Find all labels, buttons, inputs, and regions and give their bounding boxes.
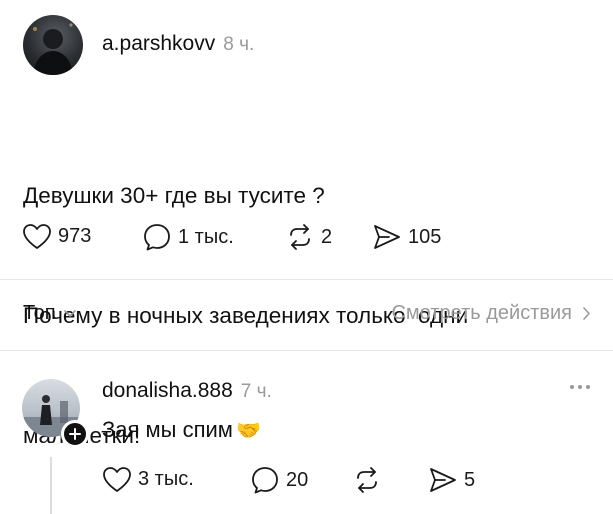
handshake-emoji: 🤝 bbox=[235, 419, 261, 442]
comment-bubble-icon bbox=[252, 467, 278, 494]
author-avatar[interactable] bbox=[23, 15, 83, 75]
post-like-button[interactable]: 973 bbox=[22, 223, 91, 250]
post-timestamp: 8 ч. bbox=[223, 34, 255, 55]
reply-text-content: Зая мы спим bbox=[102, 417, 233, 442]
reply-comment-button[interactable]: 20 bbox=[250, 465, 308, 495]
post-header: a.parshkovv 8 ч. bbox=[102, 32, 254, 56]
post-like-count: 973 bbox=[58, 225, 92, 247]
divider bbox=[0, 279, 613, 280]
post-share-button[interactable]: 105 bbox=[372, 223, 441, 251]
repost-icon bbox=[357, 467, 377, 493]
reply-header: donalisha.888 7 ч. bbox=[102, 379, 272, 403]
sort-label: Топ bbox=[23, 302, 56, 324]
send-icon bbox=[430, 468, 456, 492]
follow-button[interactable] bbox=[61, 420, 89, 448]
reply-share-button[interactable]: 5 bbox=[428, 466, 475, 494]
reply-comment-count: 20 bbox=[286, 468, 309, 491]
divider bbox=[0, 350, 613, 351]
post-text-line: Девушки 30+ где вы тусите ? bbox=[23, 183, 325, 208]
reply-share-count: 5 bbox=[464, 468, 476, 491]
reply-like-button[interactable]: 3 тыс. bbox=[102, 466, 194, 493]
post-share-count: 105 bbox=[408, 225, 442, 248]
plus-icon bbox=[69, 428, 81, 440]
reply-repost-button[interactable] bbox=[352, 466, 382, 494]
send-icon bbox=[374, 225, 400, 249]
post-author-name[interactable]: a.parshkovv bbox=[102, 32, 215, 56]
heart-icon bbox=[23, 224, 51, 249]
reply-text: Зая мы спим 🤝 bbox=[102, 417, 261, 443]
person-silhouette-icon bbox=[33, 23, 73, 75]
post-repost-count: 2 bbox=[321, 225, 333, 248]
more-dots-icon bbox=[570, 385, 590, 389]
chevron-down-icon bbox=[63, 309, 76, 317]
view-activity-link[interactable]: Смотреть действия bbox=[391, 302, 591, 325]
reply-like-count: 3 тыс. bbox=[138, 468, 194, 490]
view-activity-label: Смотреть действия bbox=[391, 302, 572, 324]
sort-dropdown[interactable]: Топ bbox=[23, 302, 77, 325]
reply-more-button[interactable] bbox=[569, 380, 591, 394]
reply-thread-line bbox=[50, 457, 52, 514]
comment-bubble-icon bbox=[144, 224, 170, 251]
chevron-right-icon bbox=[583, 307, 590, 320]
post-comment-count: 1 тыс. bbox=[178, 225, 234, 248]
heart-icon bbox=[103, 467, 131, 492]
post-repost-button[interactable]: 2 bbox=[285, 223, 332, 251]
reply-timestamp: 7 ч. bbox=[240, 381, 272, 402]
repost-icon bbox=[290, 224, 310, 250]
post-comment-button[interactable]: 1 тыс. bbox=[142, 222, 234, 252]
reply-author-name[interactable]: donalisha.888 bbox=[102, 379, 233, 403]
